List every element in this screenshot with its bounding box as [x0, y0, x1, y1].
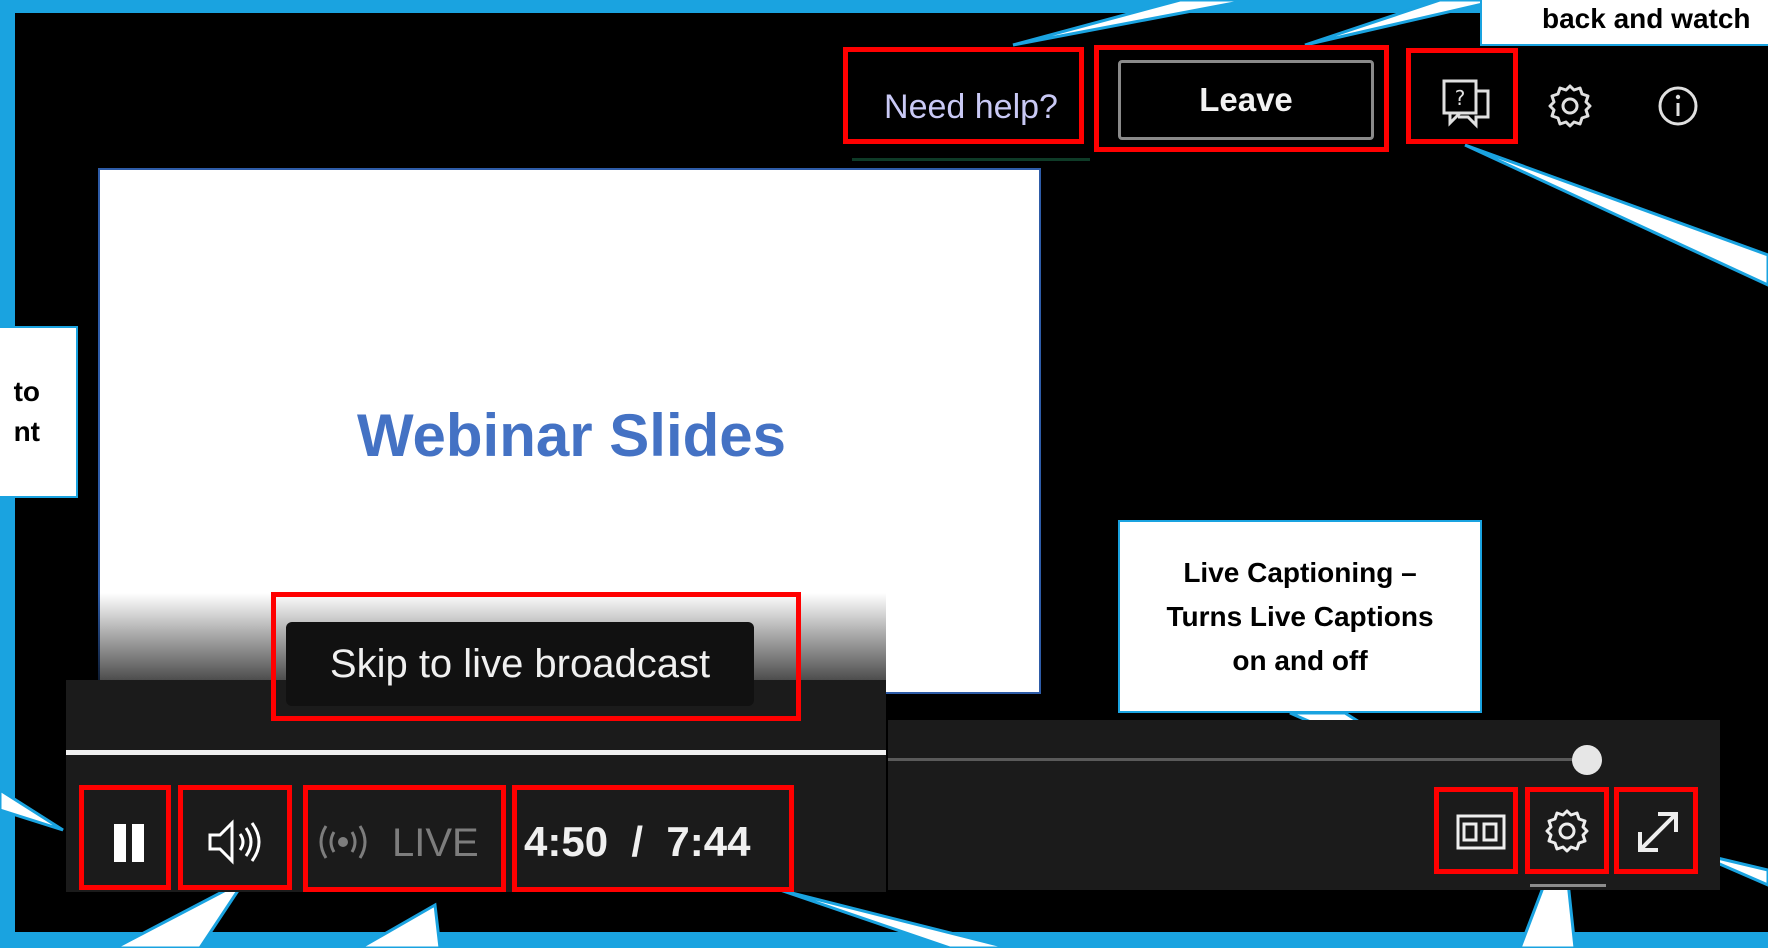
- callout-text-line: to: [13, 376, 40, 407]
- highlight-skip-live: [271, 592, 801, 721]
- settings-active-indicator: [1530, 884, 1606, 887]
- highlight-need-help: [843, 47, 1084, 144]
- callout-text: back and watch: [1542, 3, 1751, 34]
- highlight-live: [303, 785, 506, 892]
- callout-text-line: on and off: [1232, 644, 1368, 676]
- playback-progress-track[interactable]: [66, 750, 886, 755]
- highlight-captions: [1434, 787, 1518, 874]
- callout-leave-description: back and watch: [1480, 0, 1768, 46]
- highlight-player-settings: [1525, 787, 1609, 874]
- highlight-pause: [79, 785, 171, 890]
- slide-title: Webinar Slides: [356, 401, 787, 469]
- help-underline: [852, 158, 1090, 161]
- volume-slider-thumb[interactable]: [1572, 745, 1602, 775]
- highlight-q-and-a: [1406, 48, 1518, 144]
- callout-text-line: Turns Live Captions: [1166, 600, 1434, 632]
- volume-slider-track[interactable]: [888, 758, 1588, 761]
- settings-gear-icon[interactable]: [1542, 78, 1598, 134]
- highlight-volume: [178, 785, 292, 890]
- annotated-screenshot: back and watch to nt Need help? Leave ? …: [0, 0, 1768, 948]
- info-icon[interactable]: [1650, 78, 1706, 134]
- highlight-fullscreen: [1614, 787, 1698, 874]
- callout-skip-live-description: to nt: [0, 326, 78, 498]
- callout-text-line: Live Captioning –: [1183, 556, 1417, 588]
- highlight-leave: [1094, 45, 1389, 152]
- callout-live-captioning: Live Captioning – Turns Live Captions on…: [1118, 520, 1482, 713]
- callout-text-line: nt: [13, 416, 40, 447]
- highlight-time: [512, 785, 794, 892]
